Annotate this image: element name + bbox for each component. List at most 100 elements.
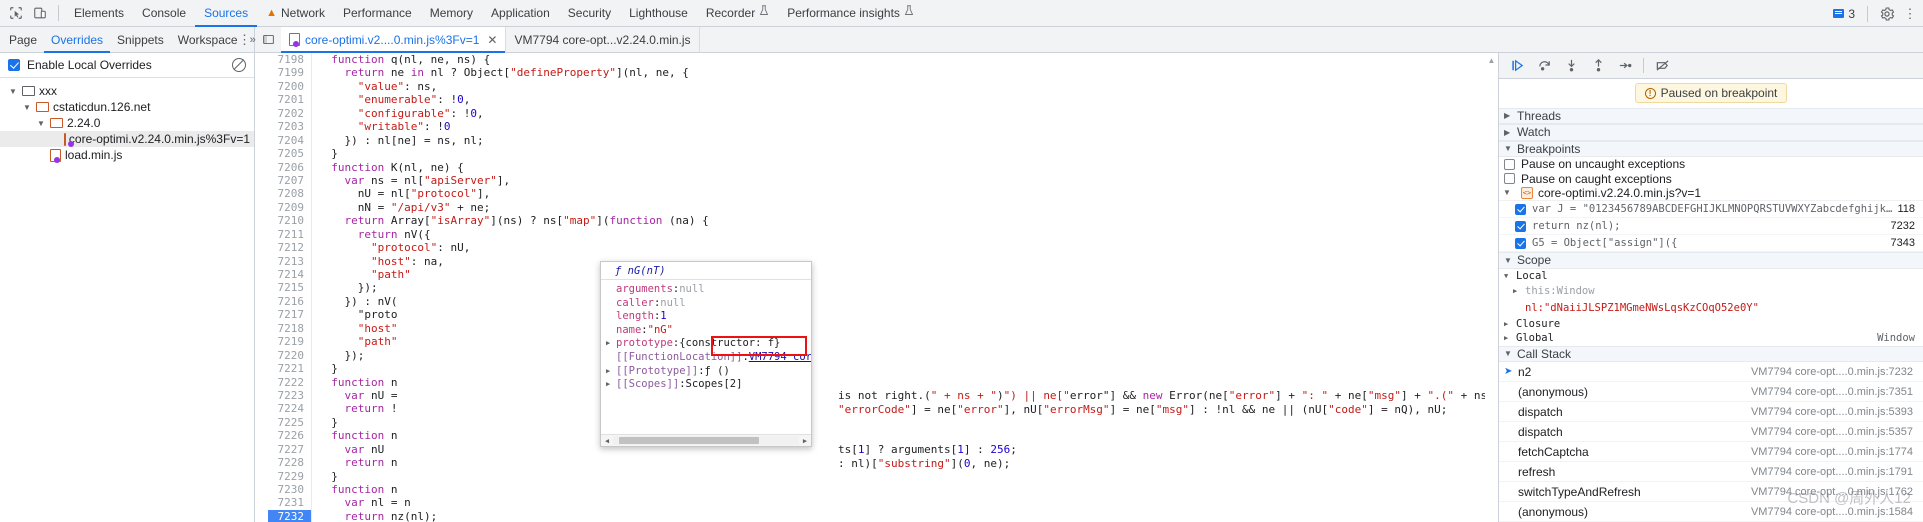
step-out-icon[interactable] — [1586, 56, 1610, 76]
code-line[interactable]: 7205 } — [268, 147, 1485, 161]
file-tab-1[interactable]: core-optimi.v2....0.min.js%3Fv=1 ✕ — [281, 26, 507, 53]
code-line[interactable]: 7229 } — [268, 469, 1485, 483]
line-number[interactable]: 7204 — [268, 133, 312, 148]
line-number[interactable]: 7203 — [268, 120, 312, 134]
line-number[interactable]: 7205 — [268, 147, 312, 161]
code-line[interactable]: 7203 "writable": !0 — [268, 120, 1485, 134]
chevron-down-icon[interactable]: ▼ — [22, 103, 32, 112]
breakpoint-row[interactable]: G5 = Object["assign"]({7343 — [1499, 235, 1923, 253]
tab-elements[interactable]: Elements — [65, 0, 133, 27]
code-line[interactable]: 7206 function K(nl, ne) { — [268, 160, 1485, 174]
tab-security[interactable]: Security — [559, 0, 620, 27]
code-line[interactable]: 7212 "protocol": nU, — [268, 241, 1485, 255]
tab-performance[interactable]: Performance — [334, 0, 421, 27]
section-scope[interactable]: ▼ Scope — [1499, 252, 1923, 269]
enable-local-overrides-checkbox[interactable] — [8, 59, 20, 71]
code-line[interactable]: 7216 }) : nV( — [268, 294, 1485, 309]
line-number[interactable]: 7227 — [268, 442, 312, 457]
code-line[interactable]: 7209 nN = "/api/v3" + ne; — [268, 200, 1485, 215]
call-stack-location[interactable]: VM7794 core-opt....0.min.js:5357 — [1751, 426, 1923, 438]
code-line[interactable]: 7214 "path" — [268, 268, 1485, 282]
tab-console[interactable]: Console — [133, 0, 195, 27]
navigator-tab-page[interactable]: Page — [2, 27, 44, 53]
popover-horizontal-scrollbar[interactable]: ◀ ▶ — [601, 434, 811, 446]
device-toolbar-icon[interactable] — [28, 2, 52, 24]
code-line[interactable]: 7210 return Array["isArray"](ns) ? ns["m… — [268, 214, 1485, 228]
breakpoint-row[interactable]: return nz(nl); 7232 — [1499, 218, 1923, 236]
code-line[interactable]: 7220 }); — [268, 348, 1485, 363]
pause-uncaught-row[interactable]: Pause on uncaught exceptions — [1499, 157, 1923, 171]
resume-script-icon[interactable] — [1505, 56, 1529, 76]
popover-property-row[interactable]: ▶ prototype: {constructor: f} — [601, 337, 811, 351]
code-line[interactable]: 7202 "configurable": !0, — [268, 106, 1485, 121]
line-number[interactable]: 7206 — [268, 160, 312, 174]
section-threads[interactable]: ▶ Threads — [1499, 107, 1923, 125]
kebab-menu-icon[interactable]: ⋮ — [1901, 7, 1919, 20]
code-line[interactable]: 7218 "host" — [268, 321, 1485, 336]
tree-item[interactable]: ▼ 2.24.0 — [0, 115, 254, 131]
line-number[interactable]: 7211 — [268, 227, 312, 242]
line-number[interactable]: 7214 — [268, 268, 312, 282]
chevron-right-icon[interactable]: ▶ — [606, 378, 616, 392]
close-icon[interactable]: ✕ — [487, 33, 497, 47]
section-watch[interactable]: ▶ Watch — [1499, 124, 1923, 141]
call-stack-location[interactable]: VM7794 core-opt....0.min.js:7351 — [1751, 386, 1923, 398]
tab-performance-insights[interactable]: Performance insights — [778, 0, 923, 27]
pause-uncaught-checkbox[interactable] — [1504, 158, 1515, 170]
editor-scroll-column[interactable]: ▲ — [1485, 53, 1498, 522]
line-number[interactable]: 7222 — [268, 375, 312, 389]
line-number[interactable]: 7231 — [268, 496, 312, 510]
line-number[interactable]: 7200 — [268, 79, 312, 94]
line-number[interactable]: 7232 — [268, 509, 312, 522]
tree-item[interactable]: core-optimi.v2.24.0.min.js%3Fv=1 — [0, 131, 254, 147]
tab-network[interactable]: ▲ Network — [257, 0, 334, 27]
call-stack-location[interactable]: VM7794 core-opt....0.min.js:5393 — [1751, 406, 1923, 418]
step-icon[interactable] — [1613, 56, 1637, 76]
line-number[interactable]: 7198 — [268, 53, 312, 67]
line-number[interactable]: 7228 — [268, 456, 312, 470]
chevron-down-icon[interactable]: ▼ — [8, 87, 18, 96]
breakpoint-file-group[interactable]: ▼ <> core-optimi.v2.24.0.min.js?v=1 — [1499, 186, 1923, 202]
call-stack-location[interactable]: VM7794 core-opt....0.min.js:1791 — [1751, 466, 1923, 478]
code-line[interactable]: 7198 function q(nl, ne, ns) { — [268, 53, 1485, 67]
line-number[interactable]: 7226 — [268, 429, 312, 443]
code-line[interactable]: 7199 return ne in nl ? Object["definePro… — [268, 66, 1485, 80]
inspect-cursor-icon[interactable] — [4, 2, 28, 24]
breakpoint-checkbox[interactable] — [1515, 237, 1526, 249]
line-number[interactable]: 7202 — [268, 106, 312, 121]
tab-sources[interactable]: Sources — [195, 0, 257, 27]
tab-application[interactable]: Application — [482, 0, 559, 27]
line-number[interactable]: 7219 — [268, 335, 312, 349]
section-breakpoints[interactable]: ▼ Breakpoints — [1499, 140, 1923, 157]
code-line[interactable]: 7230 function n — [268, 483, 1485, 497]
call-stack-location[interactable]: VM7794 core-opt....0.min.js:7232 — [1751, 366, 1923, 378]
breakpoint-row[interactable]: var J = "0123456789ABCDEFGHIJKLMNOPQRSTU… — [1499, 201, 1923, 219]
popover-property-row[interactable]: length: 1 — [601, 310, 811, 324]
line-number[interactable]: 7229 — [268, 469, 312, 483]
scrollbar-track[interactable] — [613, 436, 799, 445]
line-number[interactable]: 7216 — [268, 294, 312, 309]
scroll-right-icon[interactable]: ▶ — [799, 437, 811, 445]
line-number[interactable]: 7201 — [268, 93, 312, 107]
line-number[interactable]: 7213 — [268, 254, 312, 268]
deactivate-breakpoints-icon[interactable] — [1650, 56, 1674, 76]
line-number[interactable]: 7224 — [268, 402, 312, 416]
call-stack-location[interactable]: VM7794 core-opt....0.min.js:1774 — [1751, 446, 1923, 458]
code-line[interactable]: 7215 }); — [268, 281, 1485, 295]
popover-property-row[interactable]: ▶ [[Scopes]]: Scopes[2] — [601, 378, 811, 392]
code-line[interactable]: 7232 return nz(nl); — [268, 509, 1485, 522]
tree-item[interactable]: ▼ cstaticdun.126.net — [0, 99, 254, 115]
code-line[interactable]: 7208 nU = nl["protocol"], — [268, 187, 1485, 201]
section-call-stack[interactable]: ▼ Call Stack — [1499, 345, 1923, 363]
scope-entry[interactable]: ▶ this: Window — [1499, 283, 1923, 300]
step-into-icon[interactable] — [1559, 56, 1583, 76]
pause-caught-checkbox[interactable] — [1504, 173, 1515, 185]
call-stack-row[interactable]: dispatch VM7794 core-opt....0.min.js:5393 — [1499, 402, 1923, 423]
scrollbar-thumb[interactable] — [619, 437, 759, 444]
chevron-down-icon[interactable]: ▼ — [36, 119, 46, 128]
chevron-right-icon[interactable]: ▶ — [1513, 287, 1525, 295]
gear-icon[interactable] — [1875, 3, 1899, 25]
code-line[interactable]: 7226 function n — [268, 429, 1485, 443]
tab-lighthouse[interactable]: Lighthouse — [620, 0, 697, 27]
line-number[interactable]: 7212 — [268, 241, 312, 255]
